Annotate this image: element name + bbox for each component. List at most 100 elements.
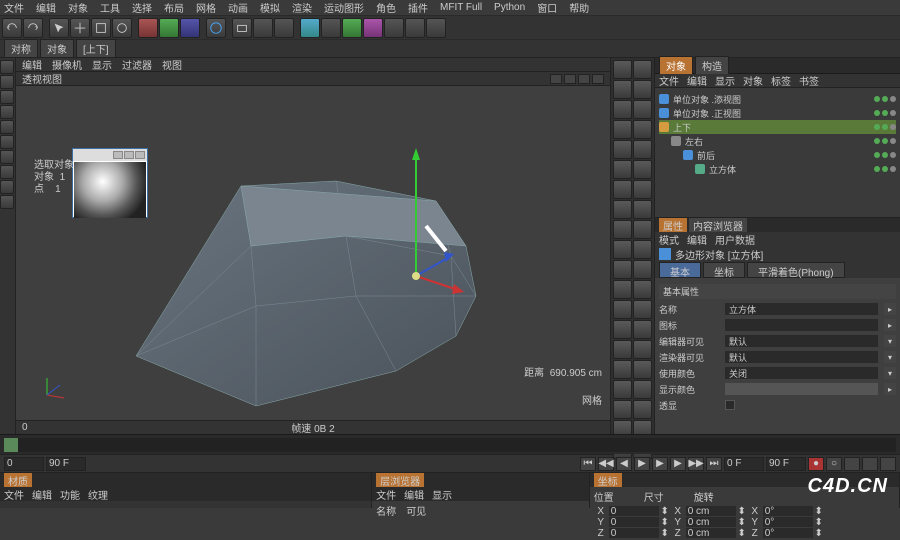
crumb-0[interactable]: 对称 [4,39,38,58]
menu-item[interactable]: 工具 [100,0,120,15]
menu-item[interactable]: 运动图形 [324,0,364,15]
object-mode[interactable] [0,75,14,89]
palette-button[interactable] [613,280,632,299]
environment-button[interactable] [384,18,404,38]
poly-mode[interactable] [0,135,14,149]
frame-current[interactable]: 0 F [724,457,764,471]
workplane-button[interactable] [0,195,14,209]
point-mode[interactable] [0,105,14,119]
snap-toggle[interactable] [0,180,14,194]
palette-button[interactable] [613,260,632,279]
axis-mode[interactable] [0,90,14,104]
palette-button[interactable] [613,380,632,399]
model-mode[interactable] [0,60,14,74]
vp-nav-2[interactable] [564,74,576,84]
palette-button[interactable] [613,400,632,419]
vp-nav-3[interactable] [578,74,590,84]
palette-button[interactable] [613,300,632,319]
record-button[interactable]: ● [808,457,824,471]
rotate-tool[interactable] [112,18,132,38]
menu-item[interactable]: 对象 [68,0,88,15]
prev-frame-button[interactable]: ◀ [616,457,632,471]
edge-mode[interactable] [0,120,14,134]
palette-button[interactable] [633,400,652,419]
palette-button[interactable] [633,380,652,399]
tab-materials[interactable]: 材质 [4,473,32,488]
vp-nav-4[interactable] [592,74,604,84]
undo-button[interactable] [2,18,22,38]
deformer-button[interactable] [363,18,383,38]
tab-attributes[interactable]: 属性 [659,218,687,233]
palette-button[interactable] [613,100,632,119]
prim-spline-button[interactable] [321,18,341,38]
axis-z-button[interactable] [180,18,200,38]
menu-item[interactable]: 帮助 [569,0,589,15]
menu-item[interactable]: Python [494,2,525,13]
menu-item[interactable]: 文件 [4,0,24,15]
crumb-2[interactable]: [上下] [76,39,116,58]
palette-button[interactable] [613,80,632,99]
palette-button[interactable] [613,140,632,159]
palette-button[interactable] [613,180,632,199]
palette-button[interactable] [613,340,632,359]
palette-button[interactable] [613,320,632,339]
palette-button[interactable] [633,340,652,359]
render-button[interactable] [232,18,252,38]
palette-button[interactable] [613,200,632,219]
palette-button[interactable] [613,60,632,79]
key-rot-button[interactable] [880,457,896,471]
vp-menu-display[interactable]: 显示 [92,57,112,72]
palette-button[interactable] [633,60,652,79]
vp-menu-view[interactable]: 视图 [162,57,182,72]
palette-button[interactable] [633,320,652,339]
camera-button[interactable] [405,18,425,38]
palette-button[interactable] [633,360,652,379]
hierarchy-row[interactable]: 前后 [659,148,896,162]
preview-min-icon[interactable] [113,151,123,159]
next-key-button[interactable]: ▶▶ [688,457,704,471]
frame-end[interactable]: 90 F [46,457,86,471]
move-tool[interactable] [70,18,90,38]
autokey-button[interactable]: ○ [826,457,842,471]
menu-item[interactable]: 渲染 [292,0,312,15]
timeline[interactable] [0,434,900,454]
preview-max-icon[interactable] [124,151,134,159]
menu-item[interactable]: 窗口 [537,0,557,15]
axis-x-button[interactable] [138,18,158,38]
object-hierarchy[interactable]: 单位对象 .添视图单位对象 .正视图上下左右前后立方体 [655,88,900,218]
goto-start-button[interactable]: ⏮ [580,457,596,471]
render-region-button[interactable] [253,18,273,38]
attr-tab-phong[interactable]: 平滑着色(Phong) [747,262,845,278]
prim-cube-button[interactable] [300,18,320,38]
menu-item[interactable]: MFIT Full [440,2,482,13]
palette-button[interactable] [613,160,632,179]
crumb-1[interactable]: 对象 [40,39,74,58]
hierarchy-row[interactable]: 立方体 [659,162,896,176]
tab-coordinates[interactable]: 坐标 [594,473,622,488]
timeline-marker[interactable] [4,438,18,452]
palette-button[interactable] [633,80,652,99]
coord-sys-button[interactable] [206,18,226,38]
palette-button[interactable] [633,100,652,119]
vp-menu-camera[interactable]: 摄像机 [52,57,82,72]
viewport-3d[interactable]: 选取对象 对象 1 点 1 距离 690.905 cm 网格 锁钩参考带 [16,86,610,420]
palette-button[interactable] [633,280,652,299]
key-pos-button[interactable] [844,457,860,471]
play-back-button[interactable]: ▶ [634,457,650,471]
palette-button[interactable] [613,220,632,239]
palette-button[interactable] [633,240,652,259]
scale-tool[interactable] [91,18,111,38]
tab-browser[interactable]: 内容浏览器 [689,218,747,233]
vp-menu-filter[interactable]: 过滤器 [122,57,152,72]
select-tool[interactable] [49,18,69,38]
redo-button[interactable] [23,18,43,38]
palette-button[interactable] [613,360,632,379]
generator-button[interactable] [342,18,362,38]
menu-item[interactable]: 编辑 [36,0,56,15]
hierarchy-row[interactable]: 单位对象 .正视图 [659,106,896,120]
render-settings-button[interactable] [274,18,294,38]
palette-button[interactable] [633,180,652,199]
prev-key-button[interactable]: ◀◀ [598,457,614,471]
menu-item[interactable]: 角色 [376,0,396,15]
palette-button[interactable] [633,300,652,319]
